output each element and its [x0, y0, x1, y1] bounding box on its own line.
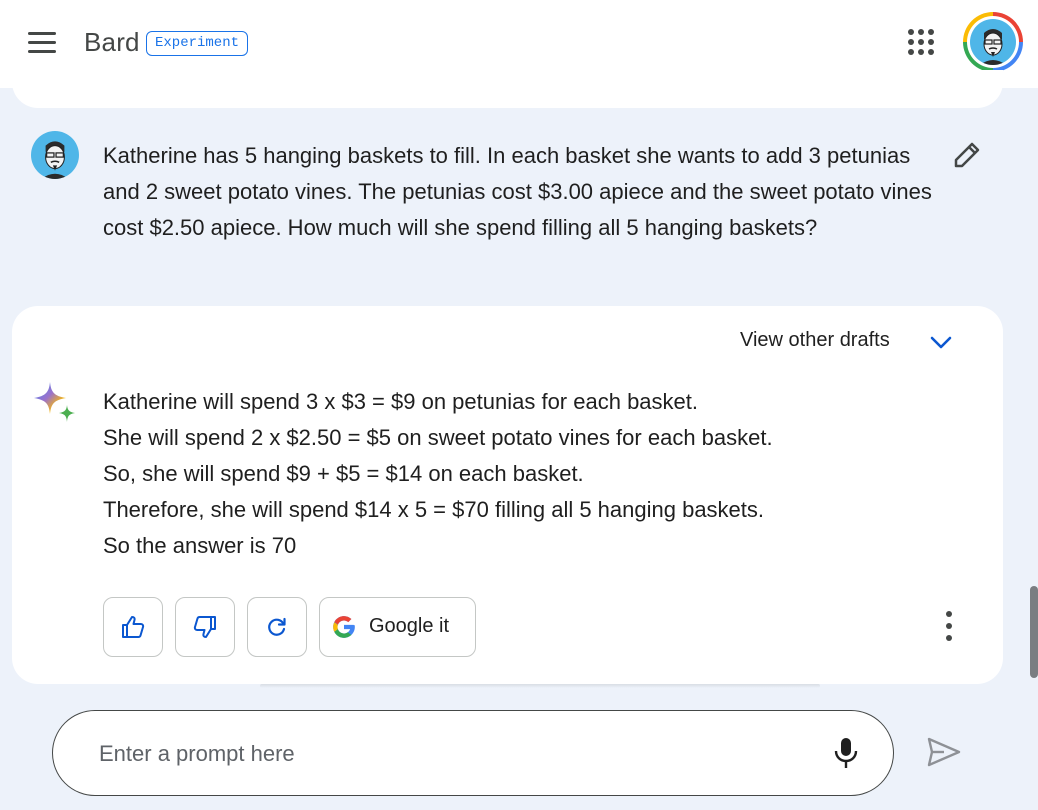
user-avatar	[31, 131, 79, 179]
response-line: She will spend 2 x $2.50 = $5 on sweet p…	[103, 425, 773, 450]
thumbs-down-button[interactable]	[175, 597, 235, 657]
thumbs-down-icon	[193, 616, 216, 638]
bard-sparkle-icon	[32, 380, 78, 426]
prompt-input[interactable]	[99, 735, 799, 773]
experiment-badge: Experiment	[146, 31, 249, 56]
response-line: Katherine will spend 3 x $3 = $9 on petu…	[103, 389, 698, 414]
user-prompt-text: Katherine has 5 hanging baskets to fill.…	[103, 143, 932, 240]
menu-icon[interactable]	[28, 30, 58, 54]
thumbs-up-icon	[122, 616, 145, 638]
response-text: Katherine will spend 3 x $3 = $9 on petu…	[103, 384, 963, 564]
response-line: So the answer is 70	[103, 533, 297, 558]
edit-pencil-icon[interactable]	[950, 138, 984, 172]
response-line: Therefore, she will spend $14 x 5 = $70 …	[103, 497, 765, 522]
apps-grid-icon[interactable]	[908, 29, 936, 57]
account-avatar[interactable]	[963, 12, 1023, 72]
send-icon[interactable]	[926, 736, 962, 768]
scrollbar-thumb[interactable]	[1030, 586, 1038, 678]
divider	[260, 684, 820, 688]
more-vert-icon[interactable]	[937, 608, 961, 644]
previous-card-edge	[12, 70, 1003, 108]
view-other-drafts-button[interactable]: View other drafts	[740, 329, 890, 352]
response-line: So, she will spend $9 + $5 = $14 on each…	[103, 461, 584, 486]
google-it-label: Google it	[369, 615, 450, 637]
prompt-input-container	[52, 710, 894, 796]
microphone-icon[interactable]	[832, 736, 860, 770]
google-it-button[interactable]: Google it	[319, 597, 476, 657]
chevron-down-icon[interactable]	[928, 330, 954, 356]
app-title: Bard	[84, 27, 140, 57]
regenerate-button[interactable]	[247, 597, 307, 657]
regenerate-icon	[268, 617, 286, 636]
google-g-icon	[333, 616, 355, 638]
thumbs-up-button[interactable]	[103, 597, 163, 657]
